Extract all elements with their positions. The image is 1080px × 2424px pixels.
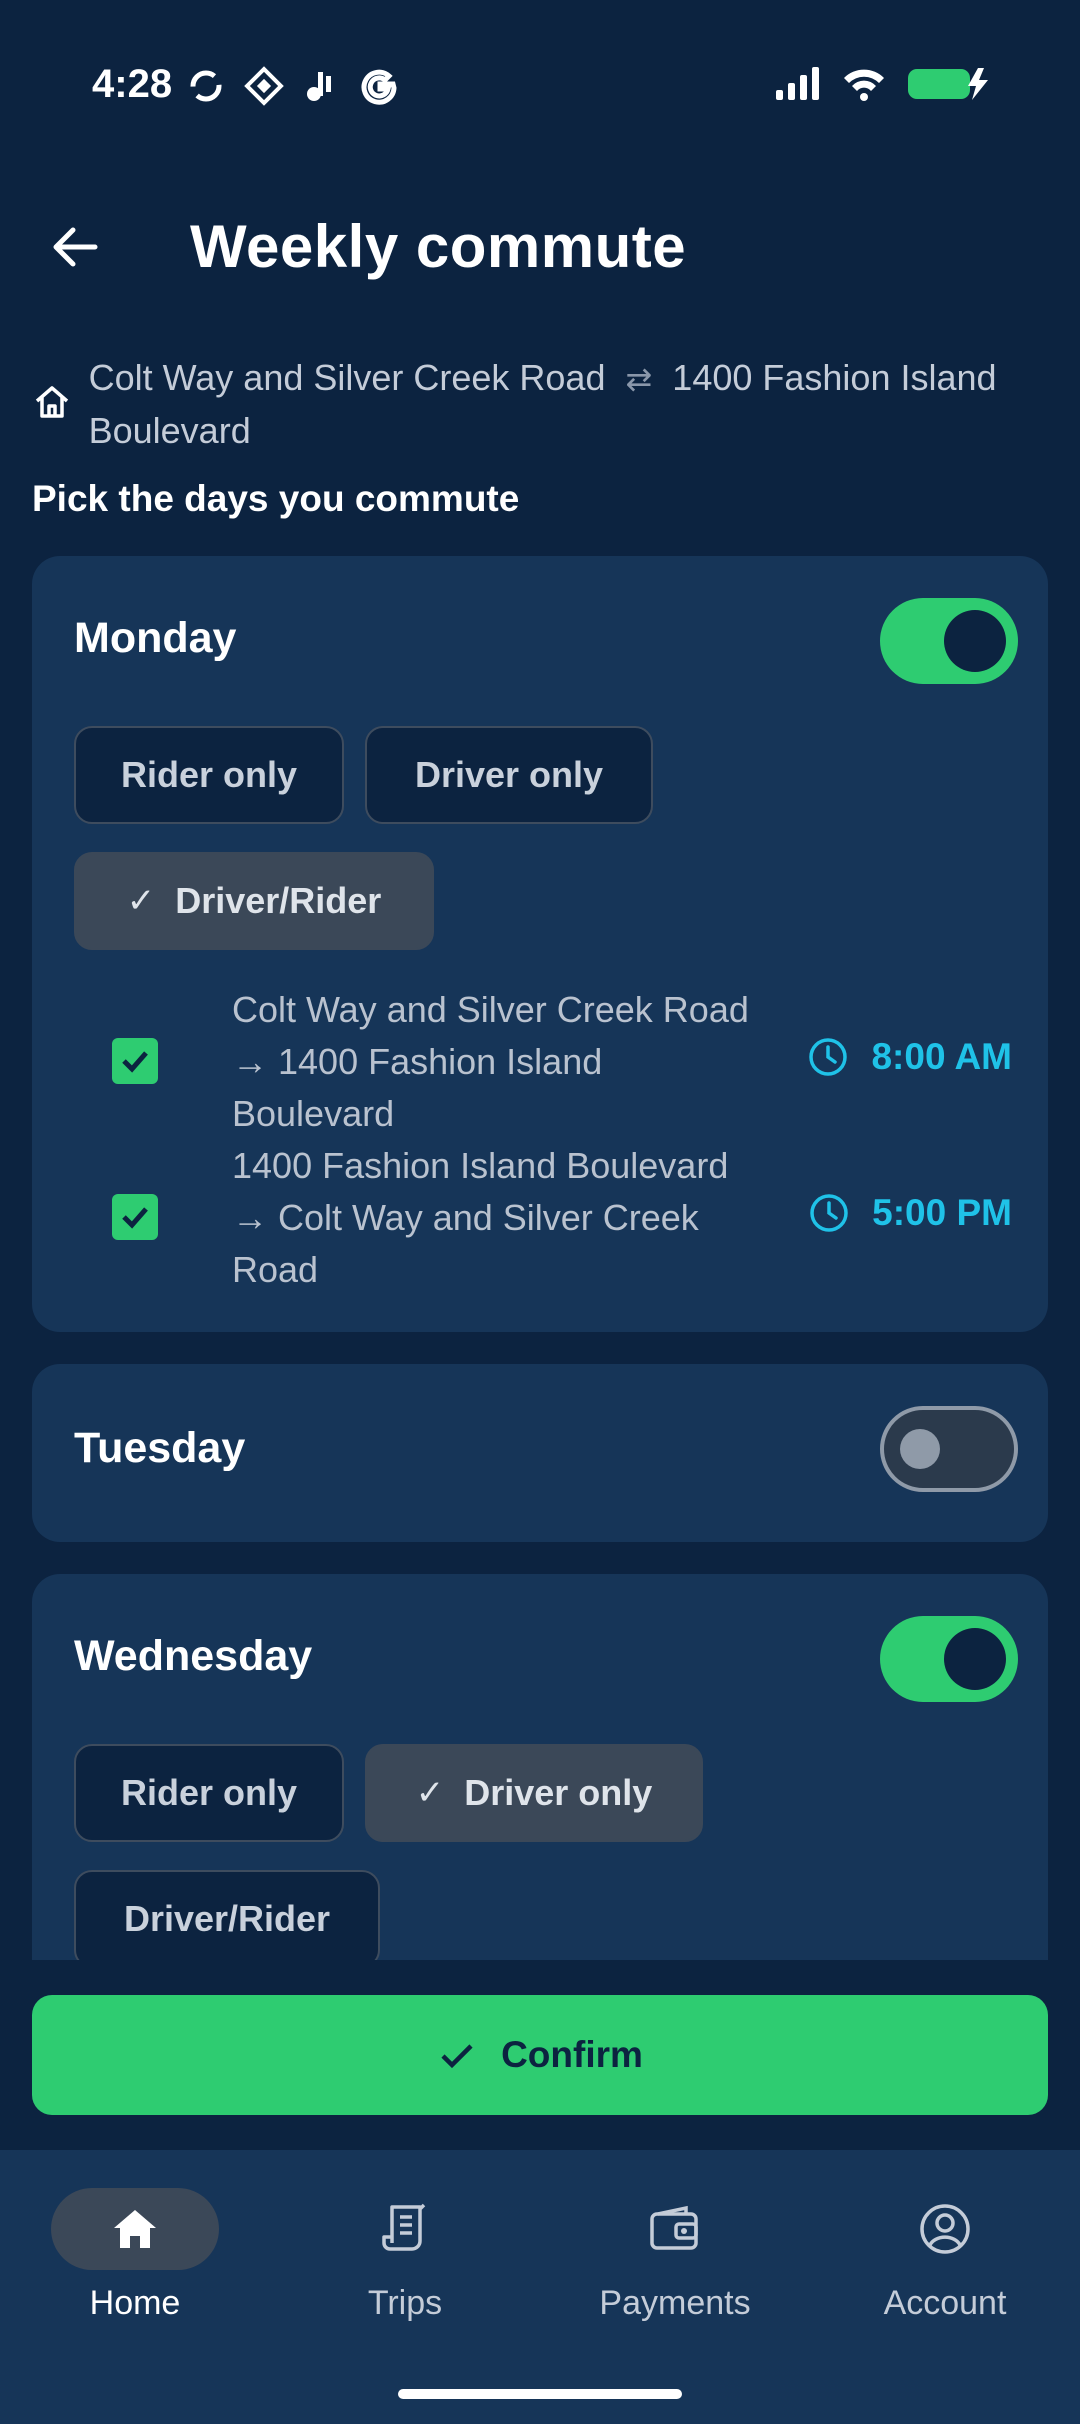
back-button[interactable] (42, 215, 106, 279)
check-icon (122, 1207, 148, 1229)
notification-icons (186, 66, 400, 106)
day-name: Wednesday (74, 1632, 313, 1680)
chip-driver-only[interactable]: Driver only (365, 726, 653, 824)
pick-days-label: Pick the days you commute (32, 478, 520, 519)
nav-trips[interactable]: Trips (295, 2188, 515, 2328)
battery-charging-icon (908, 68, 988, 100)
tiktok-icon (307, 72, 331, 101)
wallet-icon (650, 2205, 698, 2250)
home-icon (114, 2210, 156, 2248)
monday-toggle[interactable] (880, 598, 1018, 684)
trip-row-morning: Colt Way and Silver Creek Road → 1400 Fa… (112, 984, 1012, 1140)
google-icon (361, 69, 397, 105)
trip-label: 1400 Fashion Island Boulevard → Colt Way… (232, 1145, 729, 1290)
home-indicator[interactable] (398, 2389, 682, 2399)
day-name: Tuesday (74, 1424, 246, 1472)
nav-account[interactable]: Account (835, 2188, 1055, 2328)
chip-rider-only[interactable]: Rider only (74, 1744, 344, 1842)
wednesday-toggle[interactable] (880, 1616, 1018, 1702)
days-list[interactable]: Monday Rider only Driver only ✓ Driver/R… (0, 548, 1080, 1960)
swap-icon: ⇄ (625, 361, 653, 397)
system-icons (774, 66, 990, 102)
chip-driver-rider[interactable]: ✓ Driver/Rider (74, 852, 434, 950)
day-card-tuesday: Tuesday (32, 1364, 1048, 1542)
trip-checkbox[interactable] (112, 1038, 158, 1084)
sim-icon (244, 66, 284, 106)
confirm-button[interactable]: Confirm (32, 1995, 1048, 2115)
trip-time-button[interactable]: 8:00 AM (807, 1036, 1012, 1078)
trip-label: Colt Way and Silver Creek Road → 1400 Fa… (232, 989, 749, 1134)
trip-row-evening: 1400 Fashion Island Boulevard → Colt Way… (112, 1140, 1012, 1296)
check-icon (441, 2044, 473, 2069)
day-name: Monday (74, 614, 237, 662)
nav-payments[interactable]: Payments (565, 2188, 785, 2328)
route-from: Colt Way and Silver Creek Road (88, 357, 606, 398)
chip-driver-only[interactable]: ✓ Driver only (365, 1744, 703, 1842)
check-icon: ✓ (126, 882, 156, 920)
arrow-left-icon (53, 227, 98, 267)
route-summary: Colt Way and Silver Creek Road ⇄ 1400 Fash… (32, 352, 1042, 457)
status-bar: 4:28 (0, 0, 1080, 170)
bottom-nav: Home Trips Payments Account (0, 2150, 1080, 2424)
trip-time-button[interactable]: 5:00 PM (808, 1192, 1012, 1234)
app-header: Weekly commute (0, 190, 1080, 310)
page-title: Weekly commute (190, 213, 687, 280)
day-card-monday: Monday Rider only Driver only ✓ Driver/R… (32, 556, 1048, 1332)
account-circle-icon (920, 2204, 970, 2254)
home-outline-icon (35, 386, 69, 418)
nav-home[interactable]: Home (25, 2188, 245, 2328)
clock-icon (809, 1038, 848, 1076)
check-icon: ✓ (415, 1774, 445, 1812)
chip-rider-only[interactable]: Rider only (74, 726, 344, 824)
receipt-icon (382, 2203, 426, 2251)
clock-icon (810, 1194, 848, 1232)
signal-icon (776, 67, 819, 100)
wifi-icon (844, 69, 884, 101)
sync-icon (190, 70, 222, 102)
trip-checkbox[interactable] (112, 1194, 158, 1240)
check-icon (122, 1051, 148, 1073)
tuesday-toggle[interactable] (880, 1406, 1018, 1492)
status-time: 4:28 (92, 62, 173, 106)
chip-driver-rider[interactable]: Driver/Rider (74, 1870, 380, 1960)
route-text: Colt Way and Silver Creek Road ⇄ 1400 Fash… (89, 352, 1042, 457)
day-card-wednesday: Wednesday Rider only ✓ Driver only Drive… (32, 1574, 1048, 1960)
